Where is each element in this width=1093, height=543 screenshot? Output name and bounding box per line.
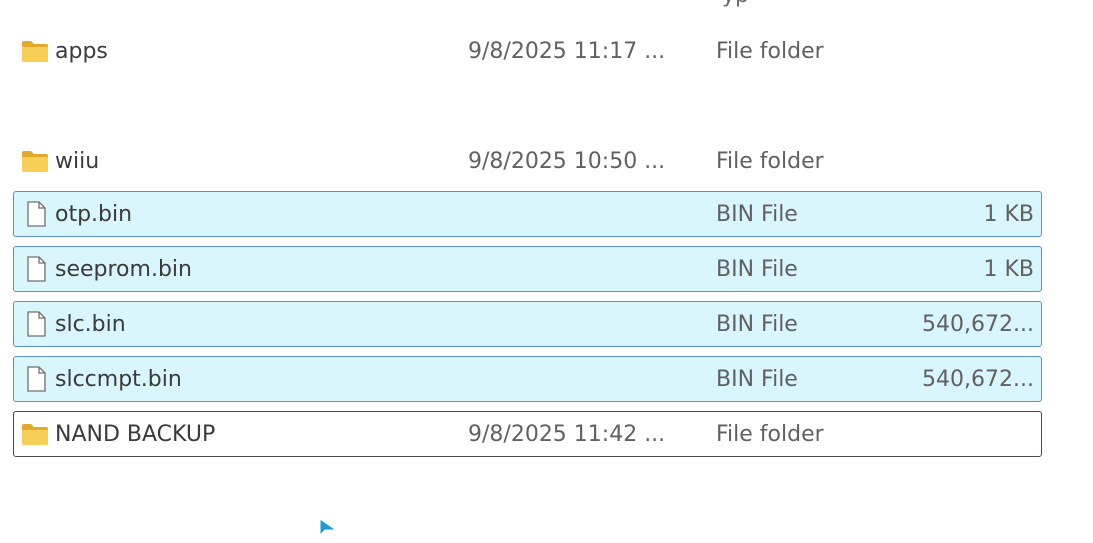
folder-icon	[21, 38, 49, 64]
file-type: BIN File	[716, 202, 798, 227]
file-row-wiiu[interactable]: wiiu 9/8/2025 10:50 ... File folder	[13, 138, 1042, 184]
file-icon	[21, 366, 49, 392]
file-type: BIN File	[716, 312, 798, 337]
file-icon	[21, 256, 49, 282]
folder-icon	[21, 421, 49, 447]
mouse-cursor-icon	[318, 517, 340, 539]
file-date-modified: 9/8/2025 10:50 ...	[468, 149, 666, 174]
type-column-header-fragment: yp	[722, 0, 749, 7]
file-size: 540,672...	[922, 312, 1034, 337]
file-icon	[21, 201, 49, 227]
file-row-seeprom-bin[interactable]: seeprom.bin BIN File 1 KB	[13, 246, 1042, 292]
file-name: otp.bin	[55, 202, 133, 227]
folder-icon	[21, 148, 49, 174]
file-size: 1 KB	[983, 202, 1034, 227]
file-row-slccmpt-bin[interactable]: slccmpt.bin BIN File 540,672...	[13, 356, 1042, 402]
file-row-otp-bin[interactable]: otp.bin BIN File 1 KB	[13, 191, 1042, 237]
file-name: slc.bin	[55, 312, 126, 337]
file-type: File folder	[716, 422, 824, 447]
file-type: File folder	[716, 149, 824, 174]
file-size: 1 KB	[983, 257, 1034, 282]
file-name: wiiu	[55, 149, 100, 174]
file-row-apps[interactable]: apps 9/8/2025 11:17 ... File folder	[13, 28, 1042, 74]
file-name: NAND BACKUP	[55, 422, 216, 447]
file-date-modified: 9/8/2025 11:17 ...	[468, 39, 666, 64]
file-size: 540,672...	[922, 367, 1034, 392]
file-name: seeprom.bin	[55, 257, 192, 282]
file-row-nand-backup[interactable]: NAND BACKUP 9/8/2025 11:42 ... File fold…	[13, 411, 1042, 457]
file-row-slc-bin[interactable]: slc.bin BIN File 540,672...	[13, 301, 1042, 347]
file-type: File folder	[716, 39, 824, 64]
file-name: slccmpt.bin	[55, 367, 182, 392]
file-type: BIN File	[716, 367, 798, 392]
file-name: apps	[55, 39, 108, 64]
file-date-modified: 9/8/2025 11:42 ...	[468, 422, 666, 447]
file-type: BIN File	[716, 257, 798, 282]
file-icon	[21, 311, 49, 337]
